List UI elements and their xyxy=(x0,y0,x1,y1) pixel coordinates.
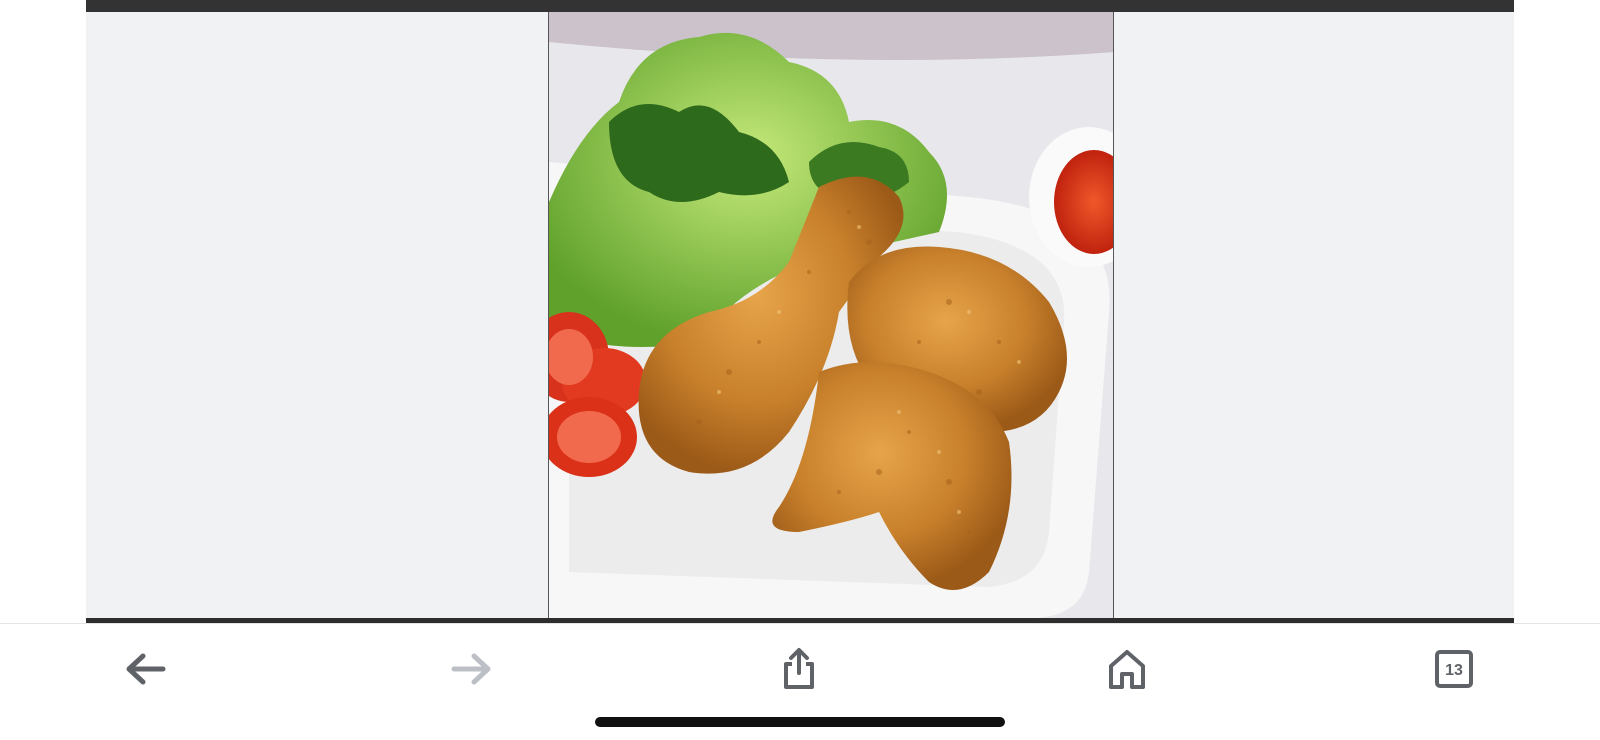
home-indicator[interactable] xyxy=(595,717,1005,727)
home-button[interactable] xyxy=(1099,644,1155,694)
tabs-button[interactable]: 13 xyxy=(1426,644,1482,694)
back-button[interactable] xyxy=(117,644,173,694)
home-icon xyxy=(1109,650,1145,689)
tabs-count: 13 xyxy=(1445,662,1463,679)
share-icon xyxy=(784,648,814,689)
arrow-left-icon xyxy=(126,653,166,685)
viewer-top-border xyxy=(86,0,1514,12)
fried-chicken-photo[interactable] xyxy=(548,12,1114,618)
fried-chicken-illustration xyxy=(549,12,1113,618)
forward-button[interactable] xyxy=(444,644,500,694)
browser-bottom-toolbar: 13 xyxy=(0,623,1600,740)
share-button[interactable] xyxy=(771,644,827,694)
arrow-right-icon xyxy=(451,653,491,685)
tabs-icon: 13 xyxy=(1435,650,1473,688)
